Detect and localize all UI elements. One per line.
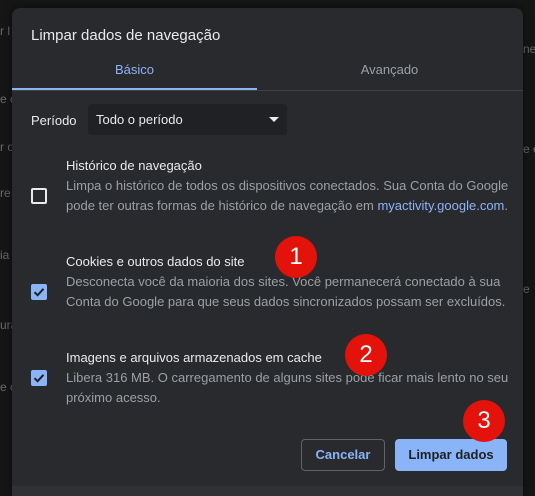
option-description-suffix: . [504,198,509,213]
annotation-marker-1: 1 [275,236,317,278]
option-cookies: Cookies e outros dados do site Desconect… [12,252,523,332]
annotation-marker-2: 2 [345,334,387,376]
checkbox-cookies[interactable] [31,284,47,300]
background-text-fragment: ne [523,42,535,56]
option-cached-images: Imagens e arquivos armazenados em cache … [12,348,523,410]
period-label: Período [31,113,77,128]
option-title: Imagens e arquivos armazenados em cache [66,350,322,365]
background-text-fragment: re [0,186,11,200]
clear-browsing-data-dialog: Limpar dados de navegação Básico Avançad… [12,8,523,496]
annotation-marker-3: 3 [463,400,505,442]
background-text-fragment: e [523,282,530,296]
checkmark-icon [33,374,45,383]
clear-data-button[interactable]: Limpar dados [395,439,507,471]
tab-basic[interactable]: Básico [12,60,257,90]
option-description: Libera 316 MB. O carregamento de alguns … [66,370,509,405]
option-title: Cookies e outros dados do site [66,254,245,269]
background-text-fragment: e o [0,380,12,394]
option-browsing-history: Histórico de navegação Limpa o histórico… [12,156,523,240]
checkbox-cached-images[interactable] [31,370,47,386]
checkmark-icon [33,288,45,297]
background-text-fragment: e c [0,92,12,106]
myactivity-link[interactable]: myactivity.google.com [377,198,504,213]
background-text-fragment: ura [0,318,12,332]
caret-down-icon [269,117,279,122]
cancel-button[interactable]: Cancelar [301,439,385,471]
period-dropdown[interactable]: Todo o período [88,104,287,135]
background-text-fragment: ia [0,248,10,262]
option-description: Desconecta você da maioria dos sites. Vo… [66,274,506,309]
period-selected-value: Todo o período [96,112,183,127]
background-text-fragment: r o [0,140,12,154]
background-text-fragment: r l [0,24,10,38]
option-title: Histórico de navegação [66,158,202,173]
tab-advanced[interactable]: Avançado [267,60,512,90]
background-text-fragment: e e [523,142,535,156]
dialog-title: Limpar dados de navegação [31,27,221,44]
option-description: Limpa o histórico de todos os dispositiv… [66,176,511,216]
tabs-divider [12,90,523,91]
dialog-footer-edge [12,486,523,496]
checkbox-browsing-history[interactable] [31,188,47,204]
